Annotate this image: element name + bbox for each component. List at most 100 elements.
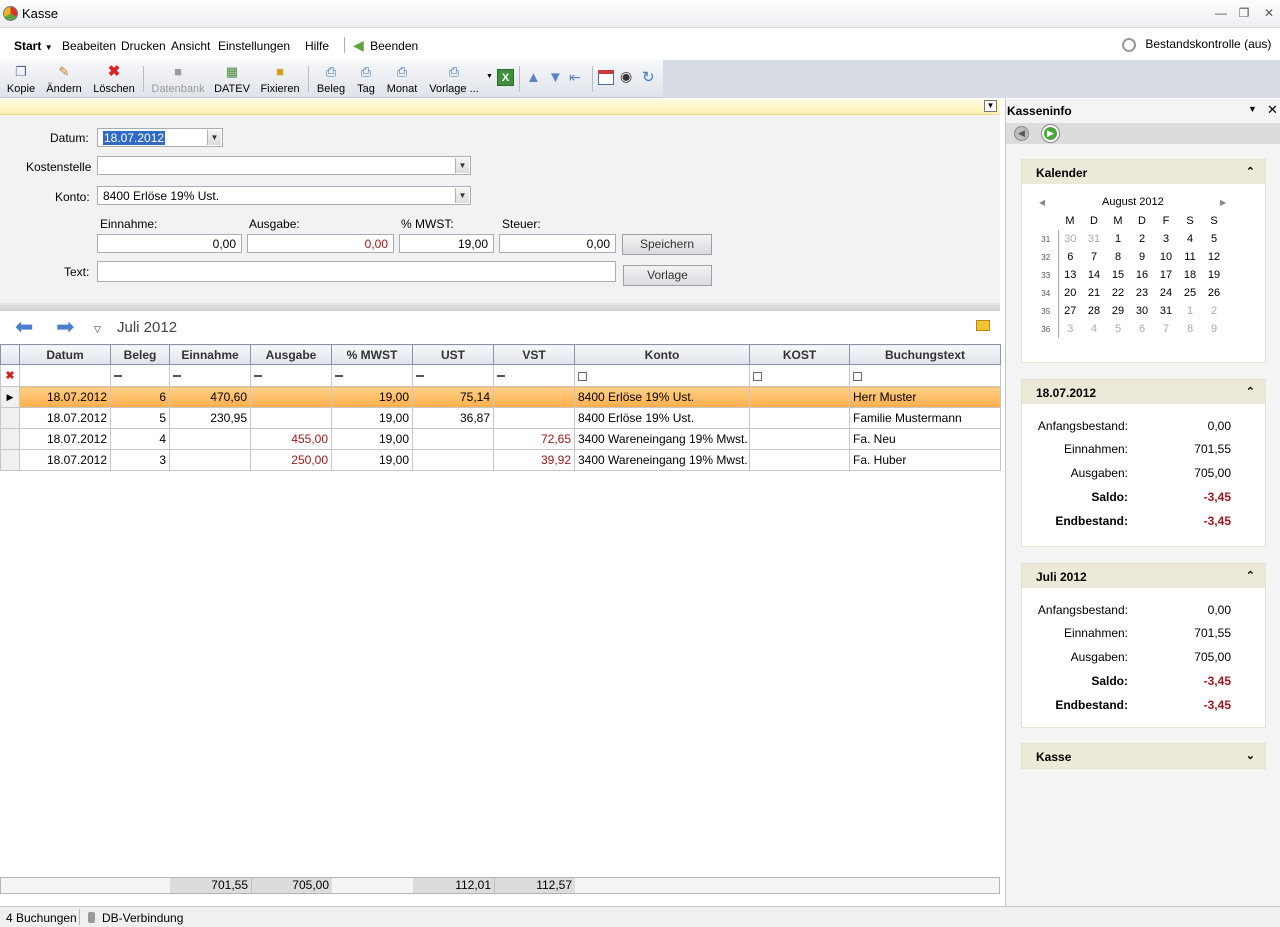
ausgabe-field[interactable]: 0,00 [247,234,394,253]
calendar-day[interactable]: 5 [1106,320,1130,338]
filter-operator-icon[interactable] [853,371,862,381]
filter-cell[interactable] [574,364,750,387]
calendar-day[interactable]: 12 [1202,248,1226,266]
cell-datum[interactable]: 18.07.2012 [19,428,111,450]
folder-icon[interactable] [976,320,990,331]
cell-vst[interactable] [493,407,575,429]
menu-bearbeiten[interactable]: Beabeiten [62,39,116,53]
table-row[interactable]: 18.07.2012 5 230,95 19,00 36,87 8400 Erl… [0,407,1001,429]
fixieren-button[interactable]: ■ Fixieren [259,60,301,98]
cell-datum[interactable]: 18.07.2012 [19,407,111,429]
cell-ust[interactable]: 75,14 [412,386,494,408]
aendern-button[interactable]: ✎ Ändern [44,60,84,98]
day-summary-header[interactable]: 18.07.2012 ⌃ [1022,380,1265,404]
cell-beleg[interactable]: 6 [110,386,170,408]
calendar-day[interactable]: 4 [1178,230,1202,248]
column-header[interactable]: Einnahme [169,344,251,365]
calendar-day[interactable]: 9 [1202,320,1226,338]
filter-operator-icon[interactable] [254,375,262,378]
beenden-button[interactable]: ◀ Beenden [353,37,418,54]
cell-kost[interactable] [749,407,850,429]
print-vorlage-button[interactable]: ⎙ Vorlage ... [427,60,481,98]
mwst-field[interactable]: 19,00 [399,234,494,253]
cell-einnahme[interactable] [169,449,251,471]
calendar-day[interactable]: 25 [1178,284,1202,302]
binoculars-icon[interactable]: ◉ [620,68,632,85]
calendar-day[interactable]: 9 [1130,248,1154,266]
filter-operator-icon[interactable] [335,375,343,378]
refresh-icon[interactable]: ↻ [642,68,655,86]
calendar-day[interactable]: 14 [1082,266,1106,284]
next-circle-icon[interactable]: ▶ [1041,124,1060,143]
month-summary-header[interactable]: Juli 2012 ⌃ [1022,564,1265,588]
calendar-day[interactable]: 23 [1130,284,1154,302]
cell-ausgabe[interactable]: 455,00 [250,428,332,450]
close-panel-icon[interactable]: ✕ [1267,102,1278,118]
cell-ust[interactable]: 36,87 [412,407,494,429]
filter-cell[interactable] [19,364,111,387]
calendar-day[interactable]: 21 [1082,284,1106,302]
collapse-icon[interactable]: ⌃ [1246,569,1255,582]
cell-vst[interactable]: 39,92 [493,449,575,471]
bestandskontrolle-toggle[interactable]: Bestandskontrolle (aus) [1122,37,1271,52]
print-tag-button[interactable]: ⎙ Tag [353,60,379,98]
cell-kost[interactable] [749,428,850,450]
column-header[interactable]: % MWST [331,344,413,365]
calendar-day[interactable]: 5 [1202,230,1226,248]
close-icon[interactable]: ✕ [1261,5,1277,21]
speichern-button[interactable]: Speichern [622,234,712,255]
column-header[interactable]: Ausgabe [250,344,332,365]
calendar-next-icon[interactable]: ▶ [1220,198,1226,207]
datum-field[interactable]: 18.07.2012 ▼ [97,128,223,147]
panel-menu-icon[interactable]: ▼ [1248,104,1257,114]
form-grid-splitter[interactable] [0,303,1000,311]
cell-vst[interactable]: 72,65 [493,428,575,450]
cell-einnahme[interactable] [169,428,251,450]
filter-operator-icon[interactable] [173,375,181,378]
column-header[interactable]: VST [493,344,575,365]
filter-cell[interactable] [250,364,332,387]
cell-konto[interactable]: 3400 Wareneingang 19% Mwst. [574,428,750,450]
cell-mwst[interactable]: 19,00 [331,407,413,429]
konto-field[interactable]: 8400 Erlöse 19% Ust. ▼ [97,186,471,205]
filter-operator-icon[interactable] [753,371,762,381]
calendar-day[interactable]: 31 [1082,230,1106,248]
cell-einnahme[interactable]: 230,95 [169,407,251,429]
calendar-day[interactable]: 11 [1178,248,1202,266]
calendar-day[interactable]: 2 [1202,302,1226,320]
cell-ausgabe[interactable] [250,386,332,408]
column-header[interactable]: Beleg [110,344,170,365]
filter-cell[interactable] [169,364,251,387]
kasse-card-header[interactable]: Kasse ⌄ [1022,744,1265,768]
menu-ansicht[interactable]: Ansicht [171,39,210,53]
collapse-icon[interactable]: ⌃ [1246,385,1255,398]
calendar-day[interactable]: 27 [1058,302,1082,320]
calendar-day[interactable]: 16 [1130,266,1154,284]
chevron-down-icon[interactable]: ▼ [455,158,469,173]
calendar-day[interactable]: 30 [1058,230,1082,248]
table-row[interactable]: ▶ 18.07.2012 6 470,60 19,00 75,14 8400 E… [0,386,1001,408]
calendar-day[interactable]: 6 [1130,320,1154,338]
column-header[interactable]: Konto [574,344,750,365]
clear-filter-icon[interactable]: ✖ [0,364,20,387]
calendar-day[interactable]: 20 [1058,284,1082,302]
cell-ust[interactable] [412,449,494,471]
filter-cell[interactable] [110,364,170,387]
calendar-day[interactable]: 2 [1130,230,1154,248]
calendar-day[interactable]: 17 [1154,266,1178,284]
previous-circle-icon[interactable]: ◀ [1014,126,1029,141]
excel-export-icon[interactable]: X [497,69,514,86]
chevron-down-icon[interactable]: ▼ [207,130,221,145]
next-month-icon[interactable]: ➡ [56,315,74,339]
table-row[interactable]: 18.07.2012 3 250,00 19,00 39,92 3400 War… [0,449,1001,471]
restore-icon[interactable]: ❐ [1236,5,1252,21]
filter-cell[interactable] [412,364,494,387]
filter-operator-icon[interactable] [578,371,587,381]
column-header[interactable]: Datum [19,344,111,365]
print-beleg-button[interactable]: ⎙ Beleg [315,60,347,98]
collapse-icon[interactable]: ⌃ [1246,165,1255,178]
menu-start[interactable]: Start ▼ [14,39,53,53]
cell-konto[interactable]: 3400 Wareneingang 19% Mwst. [574,449,750,471]
indent-icon[interactable]: ⇤ [569,69,581,86]
cell-vst[interactable] [493,386,575,408]
